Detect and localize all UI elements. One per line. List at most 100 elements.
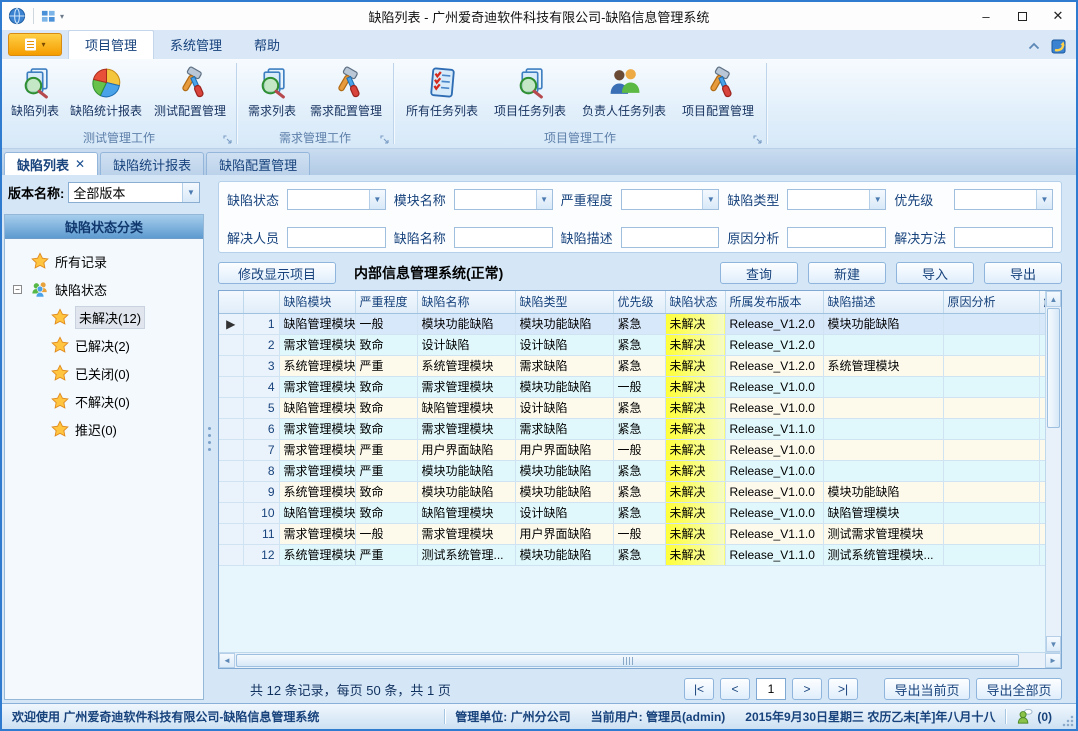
cell-优先级[interactable]: 紧急: [613, 397, 665, 418]
dialog-launcher-icon[interactable]: [380, 135, 389, 144]
cell-缺陷描述[interactable]: [823, 418, 943, 439]
action-button-导出[interactable]: 导出: [984, 262, 1062, 284]
cell-原因分析[interactable]: [943, 334, 1039, 355]
resize-grip[interactable]: [1062, 715, 1074, 727]
chevron-down-icon[interactable]: ▼: [702, 190, 718, 209]
cell-所属发布版本[interactable]: Release_V1.1.0: [725, 418, 823, 439]
grid-header-缺陷描述[interactable]: 缺陷描述: [823, 291, 943, 313]
grid-header-缺陷模块[interactable]: 缺陷模块: [279, 291, 355, 313]
table-row[interactable]: 4需求管理模块致命需求管理模块模块功能缺陷一般未解决Release_V1.0.0: [219, 376, 1045, 397]
cell-优先级[interactable]: 一般: [613, 439, 665, 460]
doc-tab-缺陷列表[interactable]: 缺陷列表✕: [4, 152, 98, 175]
cell-缺陷类型[interactable]: 设计缺陷: [515, 334, 613, 355]
doc-tab-缺陷配置管理[interactable]: 缺陷配置管理: [206, 152, 310, 175]
cell-缺陷类型[interactable]: 用户界面缺陷: [515, 523, 613, 544]
cell-所属发布版本[interactable]: Release_V1.2.0: [725, 313, 823, 334]
cell-缺陷名称[interactable]: 缺陷管理模块: [417, 397, 515, 418]
cell-缺陷名称[interactable]: 缺陷管理模块: [417, 502, 515, 523]
cell-缺陷状态[interactable]: 未解决: [665, 523, 725, 544]
action-button-查询[interactable]: 查询: [720, 262, 798, 284]
cell-原因分析[interactable]: [943, 376, 1039, 397]
cell-优先级[interactable]: 一般: [613, 523, 665, 544]
cell-缺陷状态[interactable]: 未解决: [665, 397, 725, 418]
cell-解决方法[interactable]: [1039, 418, 1045, 439]
cell-原因分析[interactable]: [943, 502, 1039, 523]
scroll-down-icon[interactable]: ▼: [1046, 636, 1061, 652]
cell-缺陷模块[interactable]: 缺陷管理模块: [279, 313, 355, 334]
table-row[interactable]: ▶1缺陷管理模块一般模块功能缺陷模块功能缺陷紧急未解决Release_V1.2.…: [219, 313, 1045, 334]
cell-缺陷名称[interactable]: 模块功能缺陷: [417, 481, 515, 502]
cell-缺陷模块[interactable]: 系统管理模块: [279, 481, 355, 502]
cell-严重程度[interactable]: 致命: [355, 334, 417, 355]
cell-缺陷类型[interactable]: 设计缺陷: [515, 397, 613, 418]
cell-严重程度[interactable]: 致命: [355, 481, 417, 502]
table-row[interactable]: 5缺陷管理模块致命缺陷管理模块设计缺陷紧急未解决Release_V1.0.0: [219, 397, 1045, 418]
version-select[interactable]: 全部版本 ▼: [68, 182, 200, 203]
cell-解决方法[interactable]: [1039, 439, 1045, 460]
cell-优先级[interactable]: 紧急: [613, 502, 665, 523]
close-button[interactable]: ✕: [1040, 2, 1076, 30]
cell-缺陷状态[interactable]: 未解决: [665, 334, 725, 355]
tree-item-缺陷状态[interactable]: −缺陷状态: [5, 275, 203, 303]
row-selector-cell[interactable]: [219, 439, 243, 460]
row-selector-cell[interactable]: [219, 544, 243, 565]
cell-缺陷状态[interactable]: 未解决: [665, 502, 725, 523]
cell-原因分析[interactable]: [943, 460, 1039, 481]
cell-原因分析[interactable]: [943, 439, 1039, 460]
tree-item-所有记录[interactable]: 所有记录: [5, 247, 203, 275]
cell-缺陷名称[interactable]: 模块功能缺陷: [417, 460, 515, 481]
row-selector-cell[interactable]: [219, 502, 243, 523]
layout-icon[interactable]: [41, 9, 56, 24]
modify-display-items-button[interactable]: 修改显示项目: [218, 262, 336, 284]
cell-所属发布版本[interactable]: Release_V1.0.0: [725, 397, 823, 418]
chevron-down-icon[interactable]: ▼: [369, 190, 385, 209]
cell-解决方法[interactable]: [1039, 481, 1045, 502]
cell-原因分析[interactable]: [943, 397, 1039, 418]
scroll-right-icon[interactable]: ►: [1045, 653, 1061, 668]
ribbon-button-项目任务列表[interactable]: 项目任务列表: [486, 62, 574, 128]
ribbon-button-缺陷统计报表[interactable]: 缺陷统计报表: [64, 62, 148, 128]
grid-header-原因分析[interactable]: 原因分析: [943, 291, 1039, 313]
cell-原因分析[interactable]: [943, 523, 1039, 544]
ribbon-button-项目配置管理[interactable]: 项目配置管理: [674, 62, 762, 128]
doc-tab-缺陷统计报表[interactable]: 缺陷统计报表: [100, 152, 204, 175]
cell-优先级[interactable]: 紧急: [613, 334, 665, 355]
cell-缺陷状态[interactable]: 未解决: [665, 439, 725, 460]
cell-所属发布版本[interactable]: Release_V1.2.0: [725, 334, 823, 355]
ribbon-button-负责人任务列表[interactable]: 负责人任务列表: [574, 62, 674, 128]
chevron-down-icon[interactable]: ▼: [869, 190, 885, 209]
tree-expander-icon[interactable]: −: [13, 285, 22, 294]
cell-缺陷模块[interactable]: 需求管理模块: [279, 439, 355, 460]
cell-缺陷类型[interactable]: 模块功能缺陷: [515, 460, 613, 481]
cell-解决方法[interactable]: [1039, 502, 1045, 523]
first-page-button[interactable]: |<: [684, 678, 714, 700]
filter-select-缺陷类型[interactable]: ▼: [787, 189, 886, 210]
cell-优先级[interactable]: 紧急: [613, 544, 665, 565]
cell-严重程度[interactable]: 严重: [355, 439, 417, 460]
ribbon-button-需求列表[interactable]: 需求列表: [241, 62, 303, 128]
horizontal-scroll-thumb[interactable]: [236, 654, 1019, 667]
chevron-down-icon[interactable]: ▾: [60, 12, 64, 21]
table-row[interactable]: 12系统管理模块严重测试系统管理...模块功能缺陷紧急未解决Release_V1…: [219, 544, 1045, 565]
cell-严重程度[interactable]: 致命: [355, 376, 417, 397]
splitter-handle[interactable]: [204, 175, 214, 703]
tree-item-不解决(0)[interactable]: 不解决(0): [5, 387, 203, 415]
table-row[interactable]: 2需求管理模块致命设计缺陷设计缺陷紧急未解决Release_V1.2.0: [219, 334, 1045, 355]
cell-所属发布版本[interactable]: Release_V1.0.0: [725, 481, 823, 502]
chevron-down-icon[interactable]: ▼: [536, 190, 552, 209]
filter-select-严重程度[interactable]: ▼: [621, 189, 720, 210]
grid-header-所属发布版本[interactable]: 所属发布版本: [725, 291, 823, 313]
row-selector-cell[interactable]: [219, 397, 243, 418]
action-button-导入[interactable]: 导入: [896, 262, 974, 284]
cell-缺陷状态[interactable]: 未解决: [665, 313, 725, 334]
export-current-page-button[interactable]: 导出当前页: [884, 678, 970, 700]
cell-解决方法[interactable]: [1039, 334, 1045, 355]
cell-缺陷描述[interactable]: 缺陷管理模块: [823, 502, 943, 523]
cell-严重程度[interactable]: 一般: [355, 313, 417, 334]
cell-解决方法[interactable]: [1039, 355, 1045, 376]
cell-原因分析[interactable]: [943, 481, 1039, 502]
cell-缺陷状态[interactable]: 未解决: [665, 418, 725, 439]
cell-原因分析[interactable]: [943, 544, 1039, 565]
cell-缺陷状态[interactable]: 未解决: [665, 376, 725, 397]
cell-所属发布版本[interactable]: Release_V1.2.0: [725, 355, 823, 376]
